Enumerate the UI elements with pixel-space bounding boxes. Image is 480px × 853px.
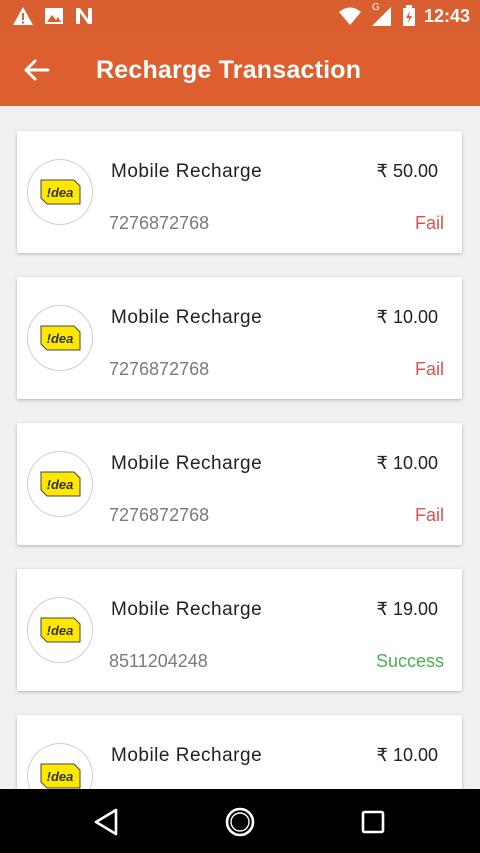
operator-logo: !dea (27, 305, 93, 371)
logo-text: !dea (47, 769, 74, 784)
clock: 12:43 (423, 5, 470, 26)
back-button[interactable] (22, 56, 54, 84)
circle-home-icon (225, 807, 255, 837)
logo-text: !dea (47, 477, 74, 492)
system-nav-bar (0, 789, 480, 853)
operator-logo: !dea (27, 451, 93, 517)
operator-logo: !dea (27, 159, 93, 225)
transaction-card[interactable]: !dea Mobile Recharge ₹ 10.00 (17, 715, 462, 789)
transaction-card[interactable]: !dea Mobile Recharge ₹ 10.00 7276872768 … (17, 423, 462, 545)
idea-logo-icon: !dea (40, 617, 81, 643)
idea-logo-icon: !dea (40, 179, 81, 205)
triangle-back-icon (94, 808, 118, 836)
transaction-type: Mobile Recharge (111, 161, 263, 182)
image-icon (45, 8, 63, 24)
n-notification-icon (76, 8, 92, 24)
transaction-type: Mobile Recharge (111, 599, 263, 620)
nav-home-button[interactable] (223, 805, 257, 839)
transaction-type: Mobile Recharge (111, 745, 263, 766)
status-badge: Fail (414, 359, 444, 379)
nav-recents-button[interactable] (356, 805, 390, 839)
logo-text: !dea (47, 185, 74, 200)
transaction-amount: ₹ 19.00 (376, 599, 439, 619)
transaction-type: Mobile Recharge (111, 307, 263, 328)
status-badge: Fail (414, 213, 444, 233)
operator-logo: !dea (27, 597, 93, 663)
system-icons: G 12:43 (338, 2, 470, 27)
idea-logo-icon: !dea (40, 471, 81, 497)
wifi-icon (338, 7, 361, 25)
warning-icon (13, 7, 33, 25)
notification-icons (12, 6, 94, 26)
mobile-number: 8511204248 (109, 651, 208, 671)
status-bar: G 12:43 (0, 0, 480, 34)
mobile-number: 7276872768 (109, 213, 210, 233)
square-recents-icon (361, 810, 385, 834)
cell-signal: G (370, 2, 394, 27)
status-badge: Success (375, 651, 444, 671)
mobile-number: 7276872768 (109, 359, 210, 379)
transaction-list[interactable]: !dea Mobile Recharge ₹ 50.00 7276872768 … (0, 106, 480, 789)
transaction-card[interactable]: !dea Mobile Recharge ₹ 50.00 7276872768 … (17, 131, 462, 253)
transaction-type: Mobile Recharge (111, 453, 263, 474)
operator-logo: !dea (27, 743, 93, 789)
transaction-card[interactable]: !dea Mobile Recharge ₹ 19.00 8511204248 … (17, 569, 462, 691)
network-type-label: G (371, 2, 380, 13)
logo-text: !dea (47, 623, 74, 638)
transaction-amount: ₹ 10.00 (376, 453, 439, 473)
transaction-amount: ₹ 10.00 (376, 745, 439, 765)
idea-logo-icon: !dea (40, 763, 81, 789)
page-title: Recharge Transaction (96, 56, 362, 84)
transaction-amount: ₹ 50.00 (376, 161, 439, 181)
logo-text: !dea (47, 331, 74, 346)
transaction-card[interactable]: !dea Mobile Recharge ₹ 10.00 7276872768 … (17, 277, 462, 399)
status-badge: Fail (414, 505, 444, 525)
app-bar: Recharge Transaction (0, 34, 480, 106)
nav-back-button[interactable] (90, 805, 124, 839)
idea-logo-icon: !dea (40, 325, 81, 351)
transaction-amount: ₹ 10.00 (376, 307, 439, 327)
arrow-left-icon (24, 59, 50, 81)
battery-icon (402, 5, 415, 26)
mobile-number: 7276872768 (109, 505, 210, 525)
